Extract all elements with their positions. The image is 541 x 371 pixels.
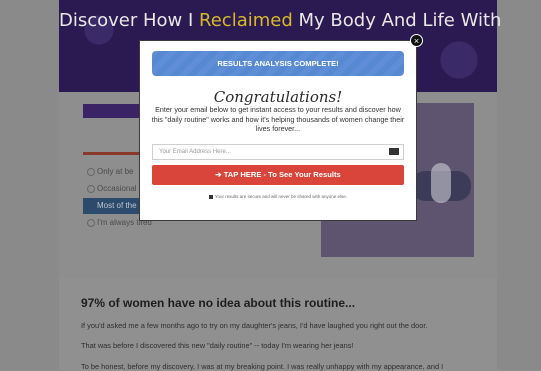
hero-title: Discover How I Reclaimed My Body And Lif… (59, 10, 501, 31)
hero-title-highlight: Reclaimed (199, 10, 293, 31)
article-paragraph-2: That was before I discovered this new "d… (81, 341, 354, 350)
article-paragraph-1: If you'd asked me a few months ago to tr… (81, 321, 428, 330)
results-banner: RESULTS ANALYSIS COMPLETE! (152, 51, 404, 76)
hero-title-part-a: Discover How I (59, 10, 200, 31)
quiz-option-label: Only at be (97, 167, 134, 176)
hero-title-part-b: My Body And Life With (292, 10, 502, 31)
quiz-option-label: Most of the (97, 201, 137, 210)
security-note-text: Your results are secure and will never b… (214, 194, 348, 199)
see-results-button[interactable]: ➔ TAP HERE - To See Your Results (152, 165, 404, 185)
quiz-divider (83, 152, 143, 155)
quiz-option-label: Occasional (97, 184, 137, 193)
close-icon[interactable]: × (410, 34, 423, 47)
email-field[interactable]: Your Email Address Here... (152, 144, 404, 160)
email-placeholder: Your Email Address Here... (159, 149, 231, 155)
results-popup: RESULTS ANALYSIS COMPLETE! Congratulatio… (139, 40, 417, 221)
lock-icon (208, 194, 213, 199)
illustration-highlight (431, 163, 451, 203)
mail-icon (389, 148, 399, 155)
article-heading: 97% of women have no idea about this rou… (81, 296, 356, 310)
cta-label: TAP HERE - To See Your Results (223, 170, 341, 179)
arrow-right-icon: ➔ (215, 170, 224, 179)
popup-description: Enter your email below to get instant ac… (151, 105, 405, 133)
radio-icon (87, 219, 95, 227)
security-note: Your results are secure and will never b… (140, 194, 416, 199)
radio-icon (87, 185, 95, 193)
congratulations-heading: Congratulations! (213, 88, 343, 106)
radio-icon (87, 168, 95, 176)
